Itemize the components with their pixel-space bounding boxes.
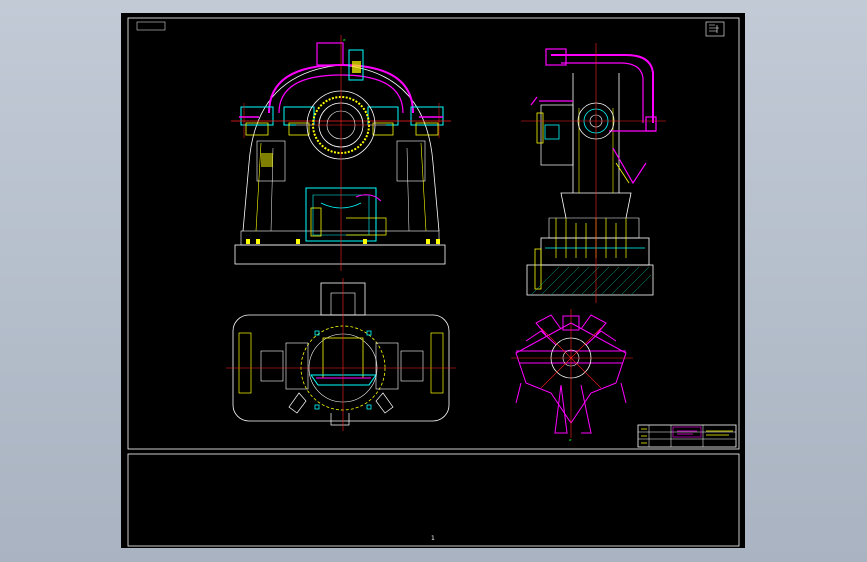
side-view [521, 43, 666, 303]
drawing-sheet[interactable]: ⌀ ⌀ 1 [121, 13, 745, 548]
svg-text:⌀: ⌀ [343, 37, 346, 42]
page-number: 1 [431, 535, 435, 542]
cad-drawing: ⌀ ⌀ [127, 17, 740, 547]
drawing-code-box [705, 21, 725, 37]
svg-text:⌀: ⌀ [569, 437, 572, 442]
title-block [637, 424, 737, 448]
detail-view: ⌀ [511, 309, 633, 442]
drawing-frame [127, 17, 740, 547]
top-view [226, 278, 456, 431]
front-view: ⌀ [231, 35, 451, 271]
